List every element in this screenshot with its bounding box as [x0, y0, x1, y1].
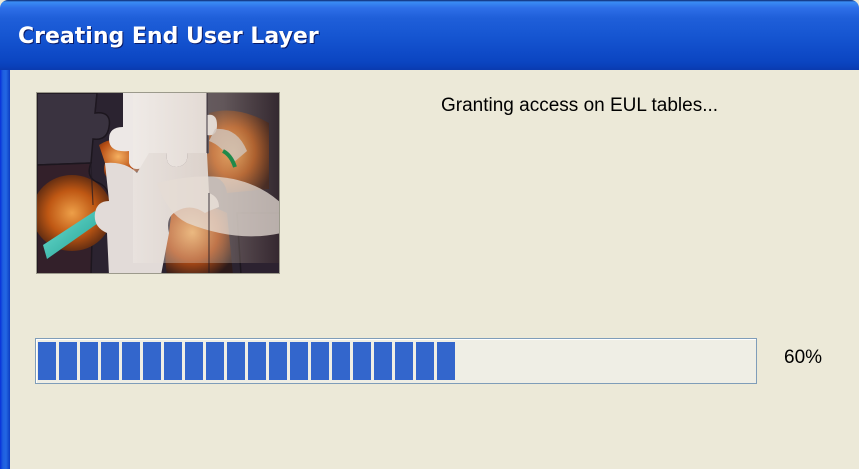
- progress-percent: 60%: [784, 347, 823, 368]
- title-bar[interactable]: Creating End User Layer: [0, 0, 859, 70]
- progress-bar-fill: [38, 342, 455, 380]
- window-frame-left: [0, 70, 10, 469]
- status-message: Granting access on EUL tables...: [441, 95, 719, 116]
- progress-bar: [35, 338, 757, 384]
- puzzle-pieces-image: [36, 92, 280, 274]
- window-title: Creating End User Layer: [18, 24, 319, 49]
- installer-dialog: Creating End User Layer Granting access …: [0, 0, 859, 469]
